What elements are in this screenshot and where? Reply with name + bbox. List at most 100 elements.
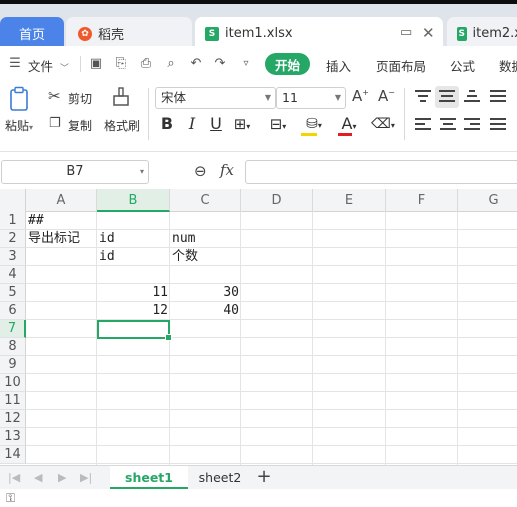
cell-a2[interactable]: 导出标记 (26, 230, 97, 248)
add-sheet-icon[interactable]: + (256, 466, 272, 489)
cell-b6[interactable]: 12 (97, 302, 170, 320)
font-name-select[interactable]: 宋体 ▼ (155, 87, 276, 109)
ribbon-tab-insert[interactable]: 插入 (326, 56, 351, 75)
save-icon[interactable]: ▣ (88, 56, 104, 72)
row-gridline (26, 355, 517, 356)
wrap-text-icon[interactable] (490, 90, 506, 105)
decrease-font-size-icon[interactable]: A− (378, 87, 395, 105)
scissors-icon: ✂ (48, 87, 61, 105)
row-header-3[interactable]: 3 (0, 248, 26, 266)
align-center-icon[interactable] (440, 118, 456, 133)
align-right-icon[interactable] (464, 118, 480, 133)
ribbon-tab-page-layout[interactable]: 页面布局 (376, 56, 426, 75)
column-header-b[interactable]: B (97, 189, 170, 212)
name-box[interactable]: B7 ▾ (1, 160, 149, 184)
bold-icon[interactable]: B (158, 114, 176, 134)
row-header-12[interactable]: 12 (0, 410, 26, 428)
font-color-swatch (338, 133, 352, 136)
paste-button[interactable]: 粘贴▾ (5, 117, 33, 134)
row-header-2[interactable]: 2 (0, 230, 26, 248)
active-cell-selection[interactable] (97, 320, 172, 341)
print-preview-icon[interactable]: ⌕ (163, 56, 179, 72)
formula-input[interactable] (245, 160, 517, 184)
cell-b5[interactable]: 11 (97, 284, 170, 302)
row-header-5[interactable]: 5 (0, 284, 26, 302)
ribbon-tab-start[interactable]: 开始 (265, 53, 310, 75)
sheet-tab-sheet2[interactable]: sheet2 (188, 466, 252, 489)
font-size-select[interactable]: 11 ▼ (276, 87, 346, 109)
italic-icon[interactable]: I (183, 114, 201, 134)
row-header-14[interactable]: 14 (0, 446, 26, 464)
increase-font-size-icon[interactable]: A+ (352, 87, 369, 105)
clear-format-icon[interactable]: ⌫▾ (369, 114, 397, 134)
column-header-g[interactable]: G (458, 189, 517, 212)
row-header-13[interactable]: 13 (0, 428, 26, 446)
row-header-4[interactable]: 4 (0, 266, 26, 284)
column-header-a[interactable]: A (26, 189, 97, 212)
align-left-icon[interactable] (415, 118, 431, 133)
hamburger-menu-icon[interactable]: ☰ (7, 56, 23, 72)
cell-c3[interactable]: 个数 (170, 248, 241, 266)
ribbon-toolbar: 粘贴▾ ✂ 剪切 ❐ 复制 格式刷 宋体 ▼ 11 ▼ A+ A− B I U … (0, 82, 517, 152)
divider (148, 88, 149, 140)
paste-icon[interactable] (8, 86, 30, 112)
underline-icon[interactable]: U (207, 114, 225, 134)
cell-a1[interactable]: ## (26, 212, 97, 230)
align-bottom-icon[interactable] (464, 90, 480, 105)
format-painter-button[interactable]: 格式刷 (104, 117, 140, 134)
last-sheet-icon[interactable]: ▶| (80, 471, 92, 484)
row-header-11[interactable]: 11 (0, 392, 26, 410)
cell-c5[interactable]: 30 (170, 284, 241, 302)
row-header-7[interactable]: 7 (0, 320, 26, 338)
tab-item1-label: item1.xlsx (225, 26, 293, 41)
cell-c6[interactable]: 40 (170, 302, 241, 320)
close-tab-icon[interactable]: ✕ (422, 24, 435, 42)
spreadsheet-file-icon: S (205, 26, 219, 41)
row-header-6[interactable]: 6 (0, 302, 26, 320)
row-gridline (26, 427, 517, 428)
column-header-c[interactable]: C (170, 189, 241, 212)
borders-icon[interactable]: ⊞▾ (231, 114, 253, 134)
next-sheet-icon[interactable]: ▶ (58, 471, 66, 484)
row-header-1[interactable]: 1 (0, 212, 26, 230)
menu-file[interactable]: 文件 ﹀ (28, 56, 69, 75)
font-color-icon[interactable]: A▾ (337, 114, 361, 134)
prev-sheet-icon[interactable]: ◀ (34, 471, 42, 484)
formula-bar: B7 ▾ ⊖ fx (0, 152, 517, 189)
copy-icon: ❐ (49, 116, 61, 131)
fill-color-icon[interactable]: ⛁▾ (300, 114, 328, 134)
merge-cells-icon[interactable]: ⊟▾ (265, 114, 291, 134)
cell-b3[interactable]: id (97, 248, 170, 266)
sheet-tab-sheet1[interactable]: sheet1 (110, 466, 188, 489)
pin-window-icon[interactable]: ▭ (400, 25, 412, 40)
insert-function-icon[interactable]: fx (220, 161, 234, 179)
redo-icon[interactable]: ↷ (212, 56, 228, 72)
row-gridline (26, 445, 517, 446)
justify-icon[interactable] (490, 118, 506, 133)
first-sheet-icon[interactable]: |◀ (8, 471, 20, 484)
row-header-9[interactable]: 9 (0, 356, 26, 374)
ribbon-tab-data[interactable]: 数据 (499, 56, 517, 75)
export-pdf-icon[interactable]: ⎘ (113, 56, 129, 72)
zoom-search-icon[interactable]: ⊖ (194, 162, 207, 180)
select-all-corner[interactable] (0, 189, 26, 212)
cell-c2[interactable]: num (170, 230, 241, 248)
macro-record-icon[interactable]: ⚿ (6, 491, 15, 506)
column-header-d[interactable]: D (241, 189, 313, 212)
fill-color-swatch (301, 133, 317, 136)
copy-button[interactable]: 复制 (68, 117, 92, 134)
cell-b2[interactable]: id (97, 230, 170, 248)
cut-button[interactable]: 剪切 (68, 90, 92, 107)
ribbon-tab-formula[interactable]: 公式 (450, 56, 475, 75)
row-header-8[interactable]: 8 (0, 338, 26, 356)
spreadsheet-grid[interactable]: ABCDEFG 1 2 3 4 5 6 7 8 9 10 11 12 13 14 ## 导出标记 id num i… (0, 189, 517, 465)
align-top-icon[interactable] (415, 90, 431, 105)
column-header-e[interactable]: E (313, 189, 386, 212)
customize-quick-access-icon[interactable]: ▿ (238, 56, 254, 72)
format-painter-icon[interactable] (110, 86, 132, 112)
undo-icon[interactable]: ↶ (188, 56, 204, 72)
column-header-f[interactable]: F (386, 189, 458, 212)
menu-file-label: 文件 (28, 59, 54, 74)
row-header-10[interactable]: 10 (0, 374, 26, 392)
print-icon[interactable]: ⎙ (138, 56, 154, 72)
